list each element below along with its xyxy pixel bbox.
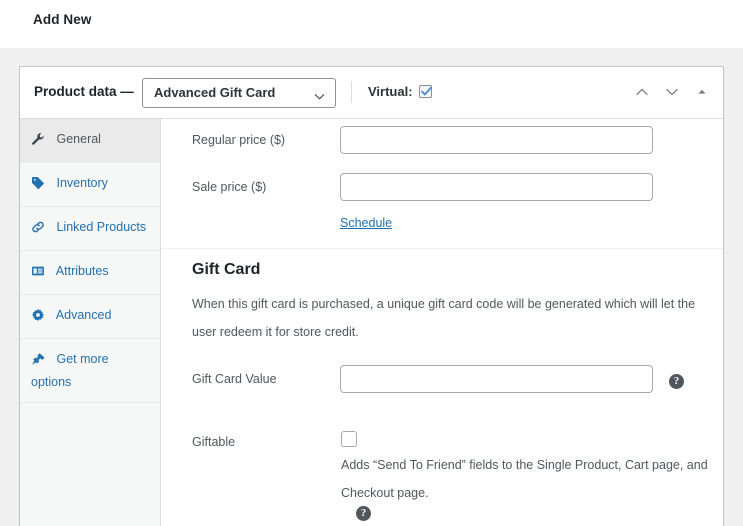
- giftable-description: Adds “Send To Friend” fields to the Sing…: [341, 458, 708, 500]
- move-down-button[interactable]: [660, 81, 684, 103]
- wrench-icon: [31, 132, 48, 152]
- tab-attributes[interactable]: Attributes: [20, 251, 160, 295]
- product-data-title: Product data —: [34, 84, 134, 99]
- product-data-tabs: General Inventory Linked Products Attrib…: [20, 119, 161, 526]
- virtual-checkbox-group[interactable]: Virtual:: [368, 84, 432, 99]
- link-icon: [31, 220, 48, 240]
- admin-topbar: Add New: [0, 0, 743, 48]
- tab-label: Linked Products: [56, 220, 147, 234]
- sale-price-row: Sale price ($): [161, 166, 723, 213]
- sale-price-input[interactable]: [340, 173, 653, 201]
- attributes-icon: [31, 264, 48, 284]
- chevron-down-icon: [666, 88, 678, 96]
- tab-label: General: [56, 132, 101, 146]
- tab-inventory[interactable]: Inventory: [20, 163, 160, 207]
- plug-icon: [31, 352, 48, 372]
- tag-icon: [31, 176, 48, 196]
- chevron-down-icon: [314, 89, 325, 100]
- toggle-panel-button[interactable]: [690, 81, 714, 103]
- help-icon[interactable]: ?: [669, 374, 684, 389]
- gift-card-description: When this gift card is purchased, a uniq…: [192, 297, 696, 339]
- checkmark-icon: [420, 86, 432, 96]
- gear-icon: [31, 308, 48, 328]
- product-data-body: General Inventory Linked Products Attrib…: [20, 119, 723, 526]
- sale-price-label: Sale price ($): [192, 180, 267, 194]
- section-divider: [161, 248, 723, 249]
- regular-price-row: Regular price ($): [161, 119, 723, 166]
- gift-card-heading: Gift Card: [192, 261, 261, 278]
- schedule-link[interactable]: Schedule: [340, 216, 392, 230]
- header-divider: [351, 81, 352, 103]
- gift-card-value-label: Gift Card Value: [192, 372, 277, 386]
- giftable-label: Giftable: [192, 435, 236, 449]
- tab-label: Inventory: [56, 176, 108, 190]
- regular-price-input[interactable]: [340, 126, 653, 154]
- virtual-checkbox[interactable]: [418, 85, 432, 98]
- product-data-header: Product data — Advanced Gift Card Virtua…: [20, 67, 723, 119]
- tab-linked-products[interactable]: Linked Products: [20, 207, 160, 251]
- giftable-checkbox[interactable]: [341, 431, 357, 447]
- triangle-up-icon: [698, 89, 706, 94]
- chevron-up-icon: [636, 88, 648, 96]
- regular-price-label: Regular price ($): [192, 133, 286, 147]
- product-type-select-value: Advanced Gift Card: [154, 85, 276, 100]
- gift-card-value-row: Gift Card Value ?: [161, 358, 723, 405]
- gift-card-value-input[interactable]: [340, 365, 653, 393]
- tab-general[interactable]: General: [20, 119, 160, 163]
- tab-advanced[interactable]: Advanced: [20, 295, 160, 339]
- virtual-label: Virtual:: [368, 84, 413, 99]
- help-icon[interactable]: ?: [356, 506, 371, 521]
- tab-get-more-options[interactable]: Get more options: [20, 339, 160, 403]
- page-title: Add New: [33, 12, 92, 27]
- panel-header-controls: [630, 81, 714, 103]
- tab-label: Attributes: [55, 264, 109, 278]
- move-up-button[interactable]: [630, 81, 654, 103]
- product-type-select[interactable]: Advanced Gift Card: [142, 78, 336, 108]
- tab-label: Advanced: [55, 308, 112, 322]
- general-tab-panel: Regular price ($) Sale price ($) Schedul…: [161, 119, 723, 526]
- product-data-panel: Product data — Advanced Gift Card Virtua…: [19, 66, 724, 526]
